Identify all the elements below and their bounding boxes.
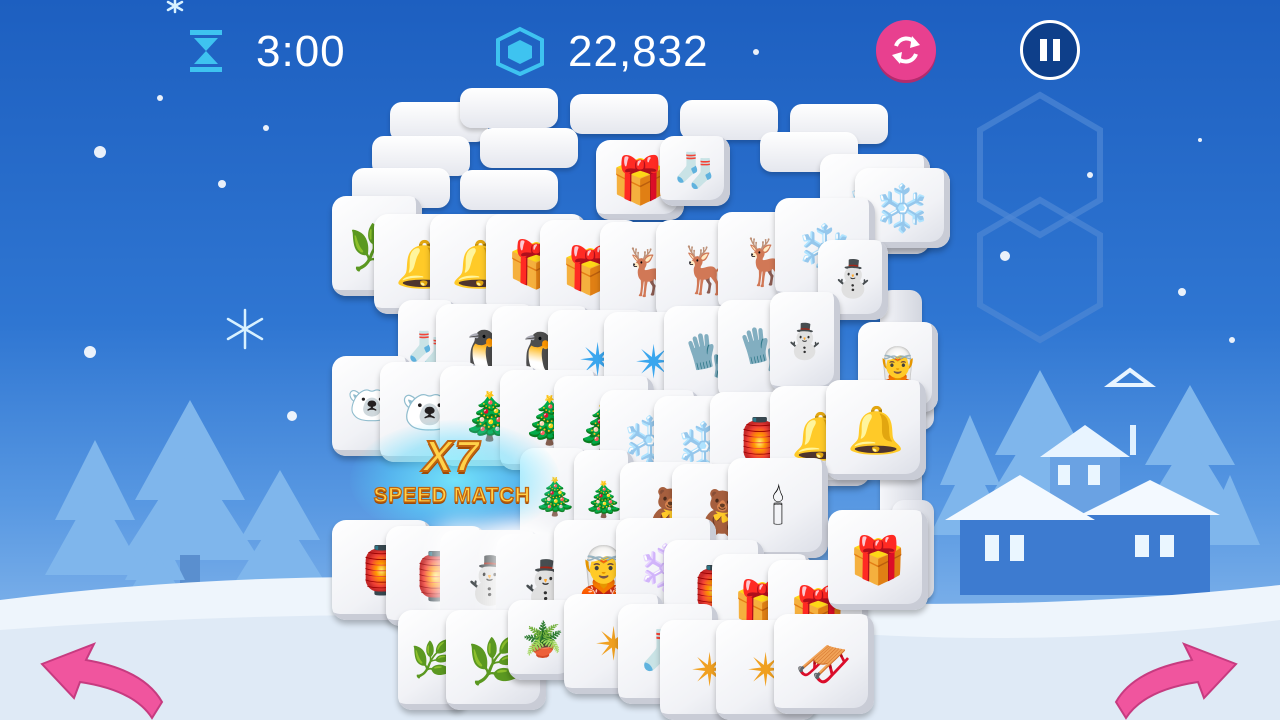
mahjong-cube-board: 🎁 🧦 ❄️ ❄️ 🌿 🔔 🔔 🎁 🎁 🦌 🦌 🦌 ❄️ ⛄ 🧦 🐧 🐧 ✴ ✴… xyxy=(0,0,1280,720)
rotate-left-button[interactable] xyxy=(34,640,164,720)
tile-sleigh[interactable]: 🛷 xyxy=(774,614,874,714)
speed-match-label: SPEED MATCH xyxy=(373,483,531,507)
tile-snowman[interactable]: ⛄ xyxy=(770,292,840,392)
game-stage: 3:00 22,832 🎁 🧦 ❄️ 🔔 🔔 🎁 🎁 🦌 🦌 🦌 ⛄ 🧦 🐧 🐧… xyxy=(0,0,1280,720)
tile-top xyxy=(460,88,558,128)
tile-top xyxy=(570,94,668,134)
tile-bell[interactable]: 🔔 xyxy=(826,380,926,480)
tile-top xyxy=(460,170,558,210)
rotate-right-button[interactable] xyxy=(1114,640,1244,720)
tile-top-stocking[interactable]: 🧦 xyxy=(660,136,730,206)
tile-gift[interactable]: 🎁 xyxy=(828,510,928,610)
tile-top xyxy=(480,128,578,168)
combo-multiplier: X7 xyxy=(422,431,481,482)
